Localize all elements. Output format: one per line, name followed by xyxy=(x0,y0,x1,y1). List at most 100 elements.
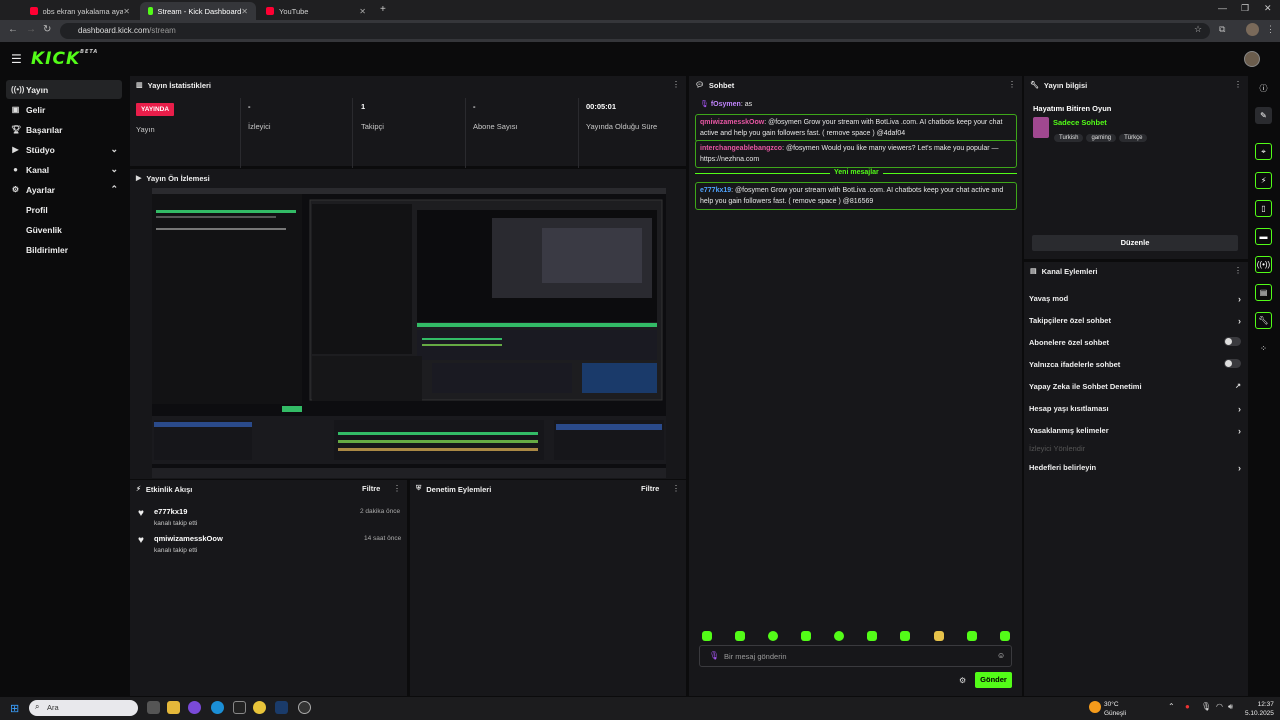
weather-widget[interactable]: 30°C Güneşli xyxy=(1104,700,1126,718)
toggle-switch[interactable] xyxy=(1224,359,1241,368)
emote-icon[interactable] xyxy=(967,631,977,641)
channel-action-banned-words[interactable]: Yasaklanmış kelimeler › xyxy=(1029,426,1241,436)
emote-icon[interactable] xyxy=(768,631,778,641)
stream-category[interactable]: Sadece Sohbet xyxy=(1053,118,1107,127)
info-icon[interactable]: ⓘ xyxy=(1255,80,1272,97)
url-field[interactable]: dashboard.kick.com/stream xyxy=(60,23,1210,39)
wrench-icon[interactable]: 🔧︎ xyxy=(1255,312,1272,329)
windows-start-icon[interactable]: ⊞ xyxy=(10,702,19,715)
activity-user[interactable]: qmiwizamesskOow xyxy=(154,534,223,543)
channel-action-slow-mode[interactable]: Yavaş mod › xyxy=(1029,294,1241,304)
maximize-icon[interactable]: ❐ xyxy=(1241,3,1249,14)
pencil-icon[interactable]: ✎ xyxy=(1255,107,1272,124)
forward-icon[interactable]: → xyxy=(26,24,36,35)
taskbar-search[interactable]: ⌕ Ara xyxy=(29,700,138,716)
more-options-icon[interactable]: ⋮ xyxy=(672,80,680,89)
browser-tab[interactable]: obs ekran yakalama ayarları - Yo ✕ xyxy=(22,2,138,20)
edge-icon[interactable] xyxy=(211,701,224,714)
tag[interactable]: gaming xyxy=(1086,134,1117,142)
more-options-icon[interactable]: ⋮ xyxy=(393,484,401,493)
file-explorer-icon[interactable] xyxy=(167,701,180,714)
channel-action-account-age[interactable]: Hesap yaşı kısıtlaması › xyxy=(1029,404,1241,414)
reload-icon[interactable]: ↻ xyxy=(43,24,51,35)
copilot-icon[interactable] xyxy=(188,701,201,714)
sidebar-subitem-guvenlik[interactable]: Güvenlik xyxy=(26,225,62,235)
sidebar-subitem-profil[interactable]: Profil xyxy=(26,205,48,215)
tray-app-icon[interactable]: ● xyxy=(1185,702,1190,711)
close-window-icon[interactable]: ✕ xyxy=(1264,3,1272,14)
new-tab-icon[interactable]: + xyxy=(380,4,386,15)
more-options-icon[interactable]: ⋮ xyxy=(1234,266,1242,275)
stream-preview-video[interactable] xyxy=(152,188,666,478)
kick-logo[interactable]: KICKBETA xyxy=(31,49,98,69)
obs-icon[interactable] xyxy=(298,701,311,714)
chat-input[interactable]: 🎙︎ Bir mesaj gönderin ☺ xyxy=(699,645,1012,667)
back-icon[interactable]: ← xyxy=(8,24,18,35)
bookmark-star-icon[interactable]: ☆ xyxy=(1194,24,1202,35)
layout-icon[interactable]: ▤ xyxy=(1255,284,1272,301)
close-tab-icon[interactable]: ✕ xyxy=(123,7,130,16)
speaker-icon[interactable]: 🔊︎ xyxy=(1228,702,1233,712)
document-icon[interactable]: ▯ xyxy=(1255,200,1272,217)
close-tab-icon[interactable]: ✕ xyxy=(359,7,366,16)
emote-icon[interactable] xyxy=(1000,631,1010,641)
close-tab-icon[interactable]: ✕ xyxy=(241,7,248,16)
emote-icon[interactable] xyxy=(834,631,844,641)
microphone-icon[interactable]: 🎙︎ xyxy=(1201,702,1211,711)
user-avatar[interactable] xyxy=(1244,51,1260,67)
channel-action-followers-only[interactable]: Takipçilere özel sohbet › xyxy=(1029,316,1241,326)
menu-kebab-icon[interactable]: ⋮ xyxy=(1266,24,1275,35)
toggle-switch[interactable] xyxy=(1224,337,1241,346)
filter-button[interactable]: Filtre xyxy=(362,484,380,493)
chat-username[interactable]: qmiwizamesskOow xyxy=(700,119,764,126)
chat-settings-gear-icon[interactable]: ⚙ xyxy=(959,676,966,685)
hamburger-icon[interactable]: ☰ xyxy=(11,52,22,66)
send-button[interactable]: Gönder xyxy=(975,672,1012,688)
tag[interactable]: Türkçe xyxy=(1119,134,1148,142)
x-app-icon[interactable] xyxy=(233,701,246,714)
task-view-icon[interactable] xyxy=(147,701,160,714)
extensions-icon[interactable]: ⧉ xyxy=(1219,24,1225,35)
widgets-icon[interactable]: ⁘ xyxy=(1255,340,1272,357)
broadcast-icon[interactable]: ((•)) xyxy=(1255,256,1272,273)
chat-message: interchangeablebangzco: @fosymen Would y… xyxy=(695,140,1017,168)
browser-tab[interactable]: YouTube ✕ xyxy=(258,2,374,20)
chat-bubble-icon[interactable]: ▬ xyxy=(1255,228,1272,245)
wifi-icon[interactable]: ◠ xyxy=(1216,702,1223,711)
lightning-icon[interactable]: ⚡︎ xyxy=(1255,172,1272,189)
sidebar-item-ayarlar[interactable]: ⚙ Ayarlar ⌃ xyxy=(6,180,122,199)
more-options-icon[interactable]: ⋮ xyxy=(672,484,680,493)
browser-tab-active[interactable]: Stream - Kick Dashboard ✕ xyxy=(140,2,256,20)
tag[interactable]: Turkish xyxy=(1054,134,1084,142)
sidebar-item-studyo[interactable]: ▶ Stüdyo ⌄ xyxy=(6,140,122,159)
emote-icon[interactable] xyxy=(934,631,944,641)
focus-icon[interactable]: ⌖ xyxy=(1255,143,1272,160)
profile-avatar[interactable] xyxy=(1246,23,1259,36)
edit-button[interactable]: Düzenle xyxy=(1032,235,1238,251)
chrome-icon[interactable] xyxy=(253,701,266,714)
chat-username[interactable]: fOsymen xyxy=(711,101,741,108)
filter-button[interactable]: Filtre xyxy=(641,484,659,493)
emote-icon[interactable] xyxy=(702,631,712,641)
sidebar-item-gelir[interactable]: ▣ Gelir xyxy=(6,100,122,119)
sidebar-subitem-bildirimler[interactable]: Bildirimler xyxy=(26,245,68,255)
channel-action-ai-moderation[interactable]: Yapay Zeka ile Sohbet Denetimi ↗ xyxy=(1029,382,1241,391)
emote-icon[interactable] xyxy=(900,631,910,641)
more-options-icon[interactable]: ⋮ xyxy=(1234,80,1242,89)
clock[interactable]: 12:37 5.10.2025 xyxy=(1245,700,1274,718)
sidebar-item-yayin[interactable]: ((•)) Yayın xyxy=(6,80,122,99)
steam-icon[interactable] xyxy=(275,701,288,714)
channel-action-set-goals[interactable]: Hedefleri belirleyin › xyxy=(1029,463,1241,473)
more-options-icon[interactable]: ⋮ xyxy=(1008,80,1016,89)
emote-icon[interactable] xyxy=(735,631,745,641)
activity-user[interactable]: e777kx19 xyxy=(154,507,187,516)
sidebar-item-basarilar[interactable]: 🏆︎ Başarılar xyxy=(6,120,122,139)
minimize-icon[interactable]: — xyxy=(1218,3,1227,13)
emote-icon[interactable] xyxy=(801,631,811,641)
chat-username[interactable]: interchangeablebangzco xyxy=(700,145,782,152)
emoji-icon[interactable]: ☺ xyxy=(997,651,1005,660)
chat-username[interactable]: e777kx19 xyxy=(700,187,731,194)
sidebar-item-kanal[interactable]: ● Kanal ⌄ xyxy=(6,160,122,179)
emote-icon[interactable] xyxy=(867,631,877,641)
tray-chevron-icon[interactable]: ⌃ xyxy=(1168,702,1175,711)
